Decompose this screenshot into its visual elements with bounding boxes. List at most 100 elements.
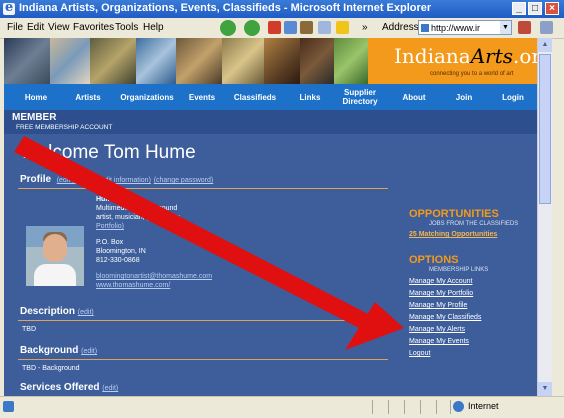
banner-photo-6 <box>222 38 264 84</box>
manage-classifieds-link[interactable]: Manage My Classifieds <box>409 314 481 321</box>
logout-link[interactable]: Logout <box>409 350 430 357</box>
profile-section-heading: Profile (edit picture) (edit information… <box>20 174 213 185</box>
indiana-arts-logo[interactable]: IndianaArts.org connecting you to a worl… <box>368 38 537 84</box>
manage-events-link[interactable]: Manage My Events <box>409 338 469 345</box>
view-portfolio-link[interactable]: (View <box>162 214 179 221</box>
description-heading: Description <box>20 306 76 317</box>
nav-home[interactable]: Home <box>14 84 58 110</box>
profile-po-box: P.O. Box <box>96 239 124 246</box>
photo-shirt <box>34 264 76 286</box>
matching-opportunities-link[interactable]: 25 Matching Opportunities <box>409 231 497 238</box>
member-title: MEMBER <box>12 112 57 123</box>
nav-join[interactable]: Join <box>446 84 482 110</box>
change-password-link[interactable]: (change password) <box>154 177 214 184</box>
status-panel <box>372 400 387 414</box>
refresh-icon[interactable] <box>284 21 297 34</box>
divider <box>18 188 388 189</box>
profile-heading: Profile <box>20 174 52 185</box>
maximize-button[interactable]: □ <box>528 2 542 15</box>
profile-email-link[interactable]: bloomingtonartist@thomashume.com <box>96 273 212 280</box>
manage-alerts-link[interactable]: Manage My Alerts <box>409 326 465 333</box>
title-bar: Indiana Artists, Organizations, Events, … <box>0 0 564 18</box>
profile-desc-1: Multimedia visual & sound <box>96 205 178 212</box>
description-text: TBD <box>22 326 36 333</box>
nav-events[interactable]: Events <box>182 84 222 110</box>
banner-photo-8 <box>300 38 334 84</box>
banner-photo-3 <box>90 38 136 84</box>
nav-classifieds[interactable]: Classifieds <box>226 84 284 110</box>
close-button[interactable]: × <box>545 2 559 15</box>
address-input[interactable]: http://www.ir <box>418 20 512 35</box>
manage-profile-link[interactable]: Manage My Profile <box>409 302 467 309</box>
back-icon[interactable] <box>220 20 236 36</box>
menu-favorites[interactable]: Favorites <box>73 22 114 33</box>
banner-photo-9 <box>334 38 368 84</box>
nav-organizations[interactable]: Organizations <box>112 84 182 110</box>
toolbar-chevron[interactable]: » <box>362 22 368 33</box>
edit-services-link[interactable]: (edit) <box>102 385 118 392</box>
profile-website-link[interactable]: www.thomashume.com/ <box>96 282 170 289</box>
status-bar: Internet <box>0 396 564 418</box>
search-icon[interactable] <box>318 21 331 34</box>
view-portfolio-link-2[interactable]: Portfolio) <box>96 223 124 230</box>
edit-background-link[interactable]: (edit) <box>81 348 97 355</box>
profile-photo <box>26 226 84 286</box>
view-portfolio-link-text[interactable]: Portfolio) <box>96 223 124 230</box>
favorites-icon[interactable] <box>336 21 349 34</box>
opportunities-heading: OPPORTUNITIES <box>409 208 499 220</box>
banner-photo-4 <box>136 38 176 84</box>
photo-head <box>43 234 67 262</box>
main-nav: Home Artists Organizations Events Classi… <box>4 84 537 110</box>
menu-edit[interactable]: Edit <box>27 22 44 33</box>
ie-icon <box>3 0 15 15</box>
manage-portfolio-link[interactable]: Manage My Portfolio <box>409 290 473 297</box>
options-subheading: MEMBERSHIP LINKS <box>429 267 489 273</box>
web-page: IndianaArts.org connecting you to a worl… <box>4 38 537 396</box>
banner-photo-5 <box>176 38 222 84</box>
browser-window: Indiana Artists, Organizations, Events, … <box>0 0 564 418</box>
nav-about[interactable]: About <box>394 84 434 110</box>
manage-account-link[interactable]: Manage My Account <box>409 278 472 285</box>
home-icon[interactable] <box>300 21 313 34</box>
nav-supplier-directory[interactable]: Supplier Directory <box>334 84 386 110</box>
page-status-icon <box>3 401 14 412</box>
logo-tagline: connecting you to a world of art <box>430 71 514 77</box>
menu-file[interactable]: File <box>7 22 23 33</box>
menu-help[interactable]: Help <box>143 22 164 33</box>
window-title: Indiana Artists, Organizations, Events, … <box>19 2 432 14</box>
tools-icon[interactable] <box>518 21 531 34</box>
edit-description-link[interactable]: (edit) <box>78 309 94 316</box>
edit-information-link[interactable]: (edit information) <box>98 177 151 184</box>
services-section-heading: Services Offered (edit) <box>20 382 118 393</box>
scroll-up-icon[interactable]: ▲ <box>538 38 552 52</box>
menu-tools[interactable]: Tools <box>115 22 138 33</box>
email-link[interactable]: bloomingtonartist@thomashume.com <box>96 273 212 280</box>
scroll-thumb[interactable] <box>539 54 551 204</box>
site-banner: IndianaArts.org connecting you to a worl… <box>4 38 537 84</box>
banner-photo-1 <box>4 38 50 84</box>
banner-photo-7 <box>264 38 300 84</box>
menu-view[interactable]: View <box>48 22 70 33</box>
minimize-button[interactable]: _ <box>512 2 526 15</box>
status-panel <box>404 400 419 414</box>
divider <box>18 359 388 360</box>
description-section-heading: Description (edit) <box>20 306 94 317</box>
nav-login[interactable]: Login <box>494 84 532 110</box>
stop-icon[interactable] <box>268 21 281 34</box>
address-dropdown[interactable]: ▼ <box>500 21 511 34</box>
member-subtitle: FREE MEMBERSHIP ACCOUNT <box>16 124 113 131</box>
forward-icon[interactable] <box>244 20 260 36</box>
address-label: Address <box>382 22 419 33</box>
nav-links[interactable]: Links <box>290 84 330 110</box>
profile-city: Bloomington, IN <box>96 248 146 255</box>
nav-artists[interactable]: Artists <box>66 84 110 110</box>
edit-picture-link[interactable]: (edit picture) <box>57 177 96 184</box>
scroll-down-icon[interactable]: ▼ <box>538 382 552 396</box>
page-icon <box>421 24 429 32</box>
banner-photo-2 <box>50 38 90 84</box>
menu-bar: File Edit View Favorites Tools Help » Ad… <box>0 18 564 39</box>
profile-phone: 812-330-0868 <box>96 257 140 264</box>
website-link[interactable]: www.thomashume.com/ <box>96 282 170 289</box>
vertical-scrollbar[interactable]: ▲ ▼ <box>537 38 552 396</box>
status-panel <box>436 400 451 414</box>
